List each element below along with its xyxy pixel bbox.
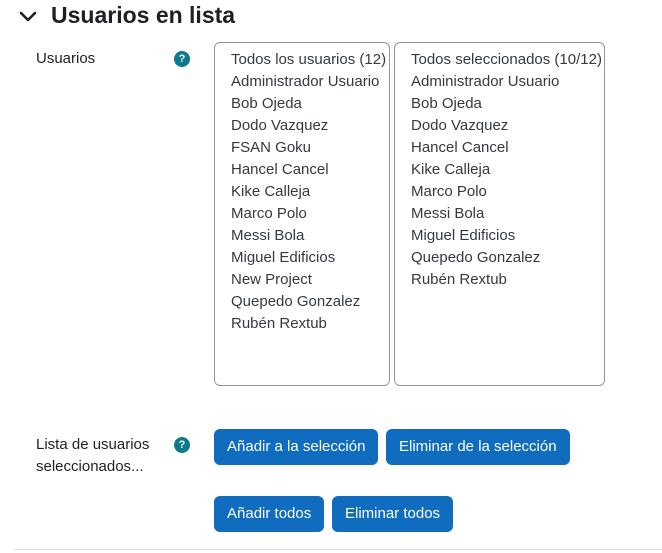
available-option[interactable]: Bob Ojeda bbox=[231, 93, 389, 115]
selected-option[interactable]: Administrador Usuario bbox=[411, 71, 604, 93]
question-circle-icon[interactable]: ? bbox=[174, 437, 190, 453]
section-header[interactable]: Usuarios en lista bbox=[18, 0, 235, 30]
divider bbox=[14, 549, 662, 550]
available-option[interactable]: Quepedo Gonzalez bbox=[231, 291, 389, 313]
selected-option[interactable]: Kike Calleja bbox=[411, 159, 604, 181]
selected-option[interactable]: Bob Ojeda bbox=[411, 93, 604, 115]
selected-list-label-line2: seleccionados... bbox=[36, 458, 144, 475]
selected-option[interactable]: Quepedo Gonzalez bbox=[411, 247, 604, 269]
question-circle-icon[interactable]: ? bbox=[174, 51, 190, 67]
add-selection-button[interactable]: Añadir a la selección bbox=[214, 429, 379, 465]
selected-list-label: Lista de usuarios seleccionados... bbox=[36, 434, 149, 478]
selected-list-label-line1: Lista de usuarios bbox=[36, 436, 150, 453]
selected-option[interactable]: Marco Polo bbox=[411, 181, 604, 203]
users-label: Usuarios bbox=[36, 50, 96, 67]
available-option[interactable]: Administrador Usuario bbox=[231, 71, 389, 93]
available-users-listbox[interactable]: Todos los usuarios (12) Administrador Us… bbox=[214, 42, 390, 386]
available-option[interactable]: Marco Polo bbox=[231, 203, 389, 225]
selected-users-header[interactable]: Todos seleccionados (10/12) bbox=[411, 49, 604, 71]
selected-option[interactable]: Miguel Edificios bbox=[411, 225, 604, 247]
chevron-down-icon[interactable] bbox=[18, 6, 38, 26]
section-title: Usuarios en lista bbox=[51, 2, 236, 28]
remove-selection-button[interactable]: Eliminar de la selección bbox=[386, 429, 570, 465]
selected-option[interactable]: Rubén Rextub bbox=[411, 269, 604, 291]
available-option[interactable]: Messi Bola bbox=[231, 225, 389, 247]
available-option[interactable]: Miguel Edificios bbox=[231, 247, 389, 269]
available-option[interactable]: Kike Calleja bbox=[231, 181, 389, 203]
add-all-button[interactable]: Añadir todos bbox=[214, 496, 325, 532]
available-option[interactable]: FSAN Goku bbox=[231, 137, 389, 159]
available-option[interactable]: New Project bbox=[231, 269, 389, 291]
selected-option[interactable]: Hancel Cancel bbox=[411, 137, 604, 159]
remove-all-button[interactable]: Eliminar todos bbox=[332, 496, 454, 532]
selected-option[interactable]: Dodo Vazquez bbox=[411, 115, 604, 137]
available-option[interactable]: Dodo Vazquez bbox=[231, 115, 389, 137]
available-option[interactable]: Hancel Cancel bbox=[231, 159, 389, 181]
selected-option[interactable]: Messi Bola bbox=[411, 203, 604, 225]
available-option[interactable]: Rubén Rextub bbox=[231, 313, 389, 335]
available-users-header[interactable]: Todos los usuarios (12) bbox=[231, 49, 389, 71]
selected-users-listbox[interactable]: Todos seleccionados (10/12) Administrado… bbox=[394, 42, 605, 386]
